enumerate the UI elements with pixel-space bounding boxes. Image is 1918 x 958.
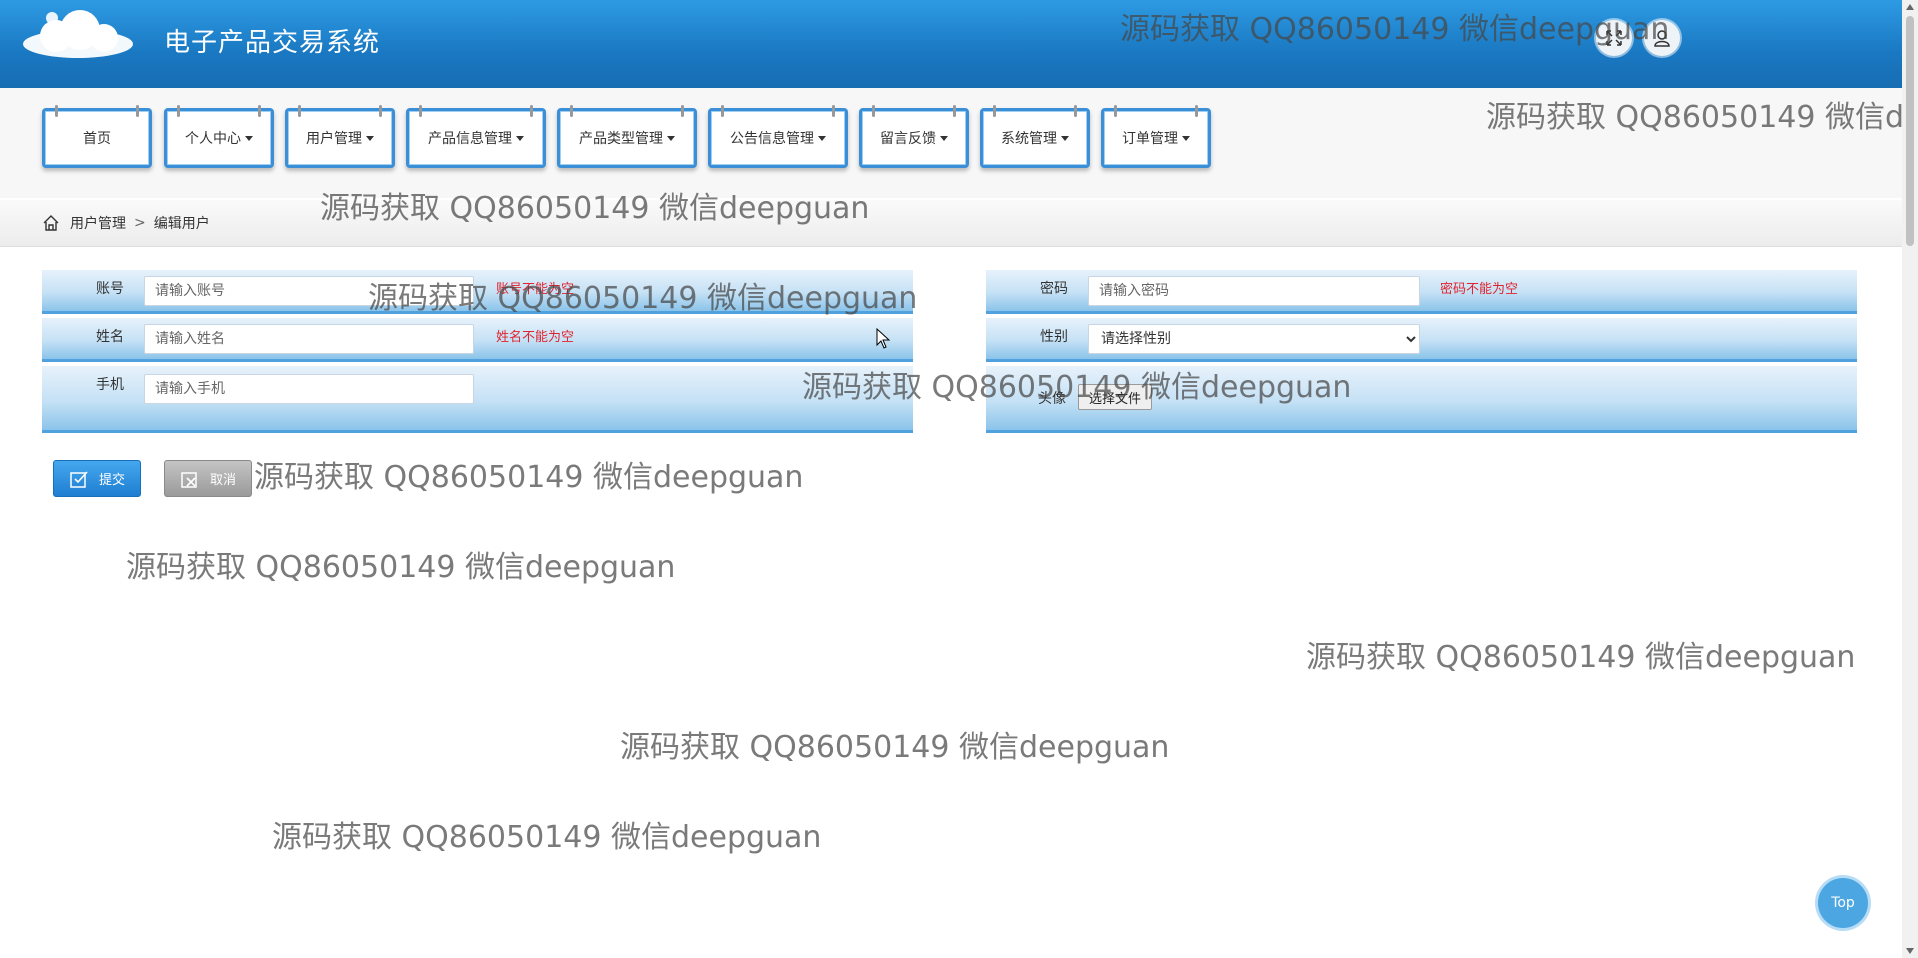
breadcrumb: 用户管理 > 编辑用户 (0, 200, 1902, 247)
form-row-gender: 性别 请选择性别 (986, 318, 1857, 362)
nav-item-label: 留言反馈 (880, 131, 936, 147)
nav-item-product-type[interactable]: 产品类型管理 (557, 105, 697, 168)
caret-down-icon (245, 135, 253, 141)
nav-item-orders[interactable]: 订单管理 (1101, 105, 1211, 168)
nav-item-label: 产品类型管理 (579, 131, 663, 147)
form-row-avatar: 头像 选择文件 (986, 366, 1857, 433)
caret-down-icon (366, 135, 374, 141)
cloud-logo-icon (23, 10, 133, 58)
vertical-scrollbar[interactable] (1902, 0, 1918, 958)
phone-input[interactable] (144, 374, 474, 404)
caret-down-icon (1061, 135, 1069, 141)
account-input[interactable] (144, 276, 474, 306)
breadcrumb-current: 编辑用户 (153, 216, 210, 232)
nav-item-label: 个人中心 (185, 131, 241, 147)
watermark: 源码获取 QQ86050149 微信deepguan (254, 460, 804, 495)
form-row-account: 账号 账号不能为空 (42, 270, 913, 314)
nav-item-product-info[interactable]: 产品信息管理 (406, 105, 546, 168)
watermark: 源码获取 QQ86050149 微信deepguan (272, 820, 822, 855)
watermark: 源码获取 QQ86050149 微信deepguan (126, 550, 676, 585)
breadcrumb-separator: > (134, 215, 146, 231)
nav-item-home[interactable]: 首页 (42, 105, 152, 168)
phone-label: 手机 (96, 377, 124, 393)
nav-item-user-management[interactable]: 用户管理 (285, 105, 395, 168)
account-label: 账号 (96, 281, 124, 297)
caret-down-icon (1182, 135, 1190, 141)
account-error: 账号不能为空 (496, 282, 575, 297)
submit-label: 提交 (98, 473, 125, 488)
submit-button[interactable]: 提交 (53, 460, 141, 497)
form-row-password: 密码 密码不能为空 (986, 270, 1857, 314)
user-icon (1654, 30, 1670, 47)
nav-item-label: 公告信息管理 (730, 131, 814, 147)
password-label: 密码 (1040, 281, 1068, 297)
nav-item-system[interactable]: 系统管理 (980, 105, 1090, 168)
expand-icon (1606, 30, 1622, 46)
scroll-down-icon[interactable] (1906, 948, 1914, 954)
name-label: 姓名 (96, 329, 124, 345)
nav-item-label: 产品信息管理 (428, 131, 512, 147)
app-header: 电子产品交易系统 (0, 0, 1902, 88)
password-error: 密码不能为空 (1440, 282, 1519, 297)
gender-label: 性别 (1040, 329, 1068, 345)
cancel-label: 取消 (209, 473, 236, 488)
caret-down-icon (818, 135, 826, 141)
nav-item-personal-center[interactable]: 个人中心 (164, 105, 274, 168)
nav-item-label: 首页 (83, 131, 111, 147)
nav-item-label: 订单管理 (1122, 131, 1178, 147)
back-to-top-button[interactable]: Top (1818, 878, 1868, 928)
form-row-phone: 手机 (42, 366, 913, 433)
form-row-name: 姓名 姓名不能为空 (42, 318, 913, 362)
avatar-label: 头像 (1038, 391, 1066, 407)
gender-select[interactable]: 请选择性别 (1088, 324, 1420, 354)
name-error: 姓名不能为空 (496, 330, 575, 345)
scrollbar-thumb[interactable] (1906, 16, 1914, 246)
cancel-button[interactable]: 取消 (164, 460, 252, 497)
user-menu-button[interactable] (1644, 20, 1680, 56)
breadcrumb-parent[interactable]: 用户管理 (70, 213, 126, 233)
nav-item-label: 用户管理 (306, 131, 362, 147)
caret-down-icon (516, 135, 524, 141)
password-input[interactable] (1088, 276, 1420, 306)
app-title: 电子产品交易系统 (164, 28, 381, 58)
caret-down-icon (940, 135, 948, 141)
caret-down-icon (667, 135, 675, 141)
fullscreen-button[interactable] (1596, 20, 1632, 56)
watermark: 源码获取 QQ86050149 微信deepguan (620, 730, 1170, 765)
nav-item-announcement[interactable]: 公告信息管理 (708, 105, 848, 168)
name-input[interactable] (144, 324, 474, 354)
mouse-cursor-icon (876, 328, 891, 349)
cancel-x-icon (181, 471, 197, 488)
nav-item-label: 系统管理 (1001, 131, 1057, 147)
scroll-up-icon[interactable] (1906, 4, 1914, 10)
edit-check-icon (70, 470, 88, 488)
choose-file-button[interactable]: 选择文件 (1078, 384, 1153, 410)
watermark: 源码获取 QQ86050149 微信deepguan (1306, 640, 1856, 675)
nav-item-feedback[interactable]: 留言反馈 (859, 105, 969, 168)
home-icon[interactable] (42, 214, 60, 232)
